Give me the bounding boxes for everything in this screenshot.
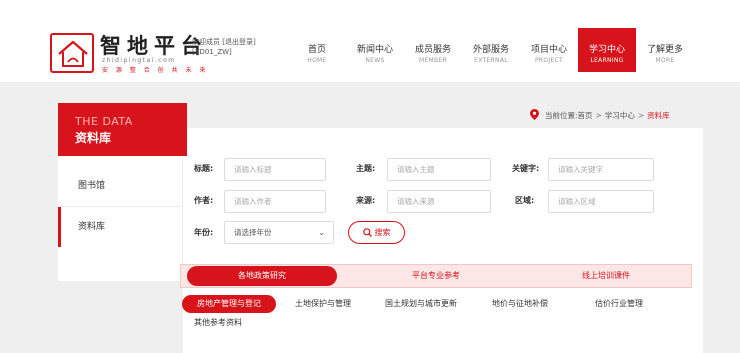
sidebar-item-library[interactable]: 图书馆 xyxy=(58,166,182,206)
main-nav: 首页 HOME 新闻中心 NEWS 成员服务 MEMBER 外部服务 EXTERNAL … xyxy=(288,28,694,72)
author-label: 作者: xyxy=(194,196,214,205)
theme-input[interactable] xyxy=(387,158,491,181)
user-area: 欢迎成员 [退出登录] [ZD01_ZW] xyxy=(192,37,256,57)
category-tab-bar: 各地政策研究 平台专业参考 线上培训课件 xyxy=(180,264,692,288)
brand-domain: zhidipingtai.com xyxy=(102,57,176,64)
nav-label: 成员服务 xyxy=(414,45,451,55)
breadcrumb-separator: > xyxy=(637,111,645,120)
breadcrumb: 当前位置: 首页 > 学习中心 > 资料库 xyxy=(530,109,670,122)
tab-professional-reference[interactable]: 平台专业参考 xyxy=(361,266,511,286)
nav-label: 新闻中心 xyxy=(356,45,393,55)
nav-project[interactable]: 项目中心 PROJECT xyxy=(520,28,578,72)
nav-learning[interactable]: 学习中心 LEARNING xyxy=(578,28,636,72)
nav-label: 首页 xyxy=(307,45,326,55)
breadcrumb-home[interactable]: 首页 xyxy=(578,110,593,121)
nav-sublabel: MEMBER xyxy=(418,57,448,64)
nav-more[interactable]: 了解更多 MORE xyxy=(636,28,694,72)
keyword-input[interactable] xyxy=(548,158,654,181)
subtab-real-estate[interactable]: 房地产管理与登记 xyxy=(182,295,276,313)
breadcrumb-separator: > xyxy=(595,111,602,120)
nav-sublabel: NEWS xyxy=(365,57,385,64)
brand-slogan: 安 源 整 合 创 共 未 来 xyxy=(102,67,209,74)
user-id: [ZD01_ZW] xyxy=(192,48,232,56)
subtab-land-protection[interactable]: 土地保护与管理 xyxy=(284,295,362,313)
title-input[interactable] xyxy=(224,158,326,181)
nav-sublabel: HOME xyxy=(307,57,327,64)
search-button[interactable]: 搜索 xyxy=(348,221,405,244)
page: 智地平台 zhidipingtai.com 安 源 整 合 创 共 未 来 欢迎… xyxy=(0,0,740,353)
site-header: 智地平台 zhidipingtai.com 安 源 整 合 创 共 未 来 欢迎… xyxy=(0,0,740,82)
theme-label: 主题: xyxy=(356,164,376,173)
title-label: 标题: xyxy=(194,164,214,173)
nav-sublabel: MORE xyxy=(655,57,675,64)
subtab-other[interactable]: 其他参考资料 xyxy=(194,317,242,328)
nav-external[interactable]: 外部服务 EXTERNAL xyxy=(462,28,520,72)
search-icon xyxy=(362,228,372,237)
source-label: 来源: xyxy=(356,196,376,205)
region-label: 区域: xyxy=(515,196,535,205)
nav-news[interactable]: 新闻中心 NEWS xyxy=(346,28,404,72)
source-input[interactable] xyxy=(387,190,491,213)
tab-policy-research[interactable]: 各地政策研究 xyxy=(187,266,337,286)
subtab-urban-planning[interactable]: 国土规划与城市更新 xyxy=(376,295,466,313)
keyword-label: 关键字: xyxy=(512,164,540,173)
sidebar-item-database[interactable]: 资料库 xyxy=(58,207,182,247)
welcome-logout-link[interactable]: 欢迎成员 [退出登录] xyxy=(192,37,256,47)
year-select[interactable]: 请选择年份 ⌄ xyxy=(224,221,334,244)
subtab-appraisal[interactable]: 估价行业管理 xyxy=(574,295,664,313)
nav-sublabel: LEARNING xyxy=(590,57,624,64)
region-input[interactable] xyxy=(548,190,654,213)
subtab-land-price[interactable]: 地价与征地补偿 xyxy=(480,295,560,313)
nav-label: 项目中心 xyxy=(530,45,567,55)
house-logo-icon[interactable] xyxy=(50,33,94,73)
chevron-down-icon: ⌄ xyxy=(318,228,325,237)
year-label: 年份: xyxy=(194,228,214,237)
nav-member[interactable]: 成员服务 MEMBER xyxy=(404,28,462,72)
breadcrumb-learning[interactable]: 学习中心 xyxy=(605,110,635,121)
breadcrumb-current: 资料库 xyxy=(647,111,670,120)
nav-home[interactable]: 首页 HOME xyxy=(288,28,346,72)
search-button-label: 搜索 xyxy=(374,228,391,237)
nav-label: 外部服务 xyxy=(472,45,509,55)
nav-sublabel: PROJECT xyxy=(534,57,564,64)
nav-label: 学习中心 xyxy=(588,45,625,55)
sidebar-header-cn: 资料库 xyxy=(75,131,112,145)
author-input[interactable] xyxy=(224,190,326,213)
sidebar-header-en: THE DATA xyxy=(75,115,133,128)
year-select-value: 请选择年份 xyxy=(234,228,272,237)
sidebar-header: THE DATA 资料库 xyxy=(58,103,187,156)
location-pin-icon xyxy=(530,109,539,122)
nav-sublabel: EXTERNAL xyxy=(474,57,508,64)
tab-online-training[interactable]: 线上培训课件 xyxy=(531,266,681,286)
nav-label: 了解更多 xyxy=(646,45,683,55)
breadcrumb-prefix: 当前位置: xyxy=(545,111,578,120)
